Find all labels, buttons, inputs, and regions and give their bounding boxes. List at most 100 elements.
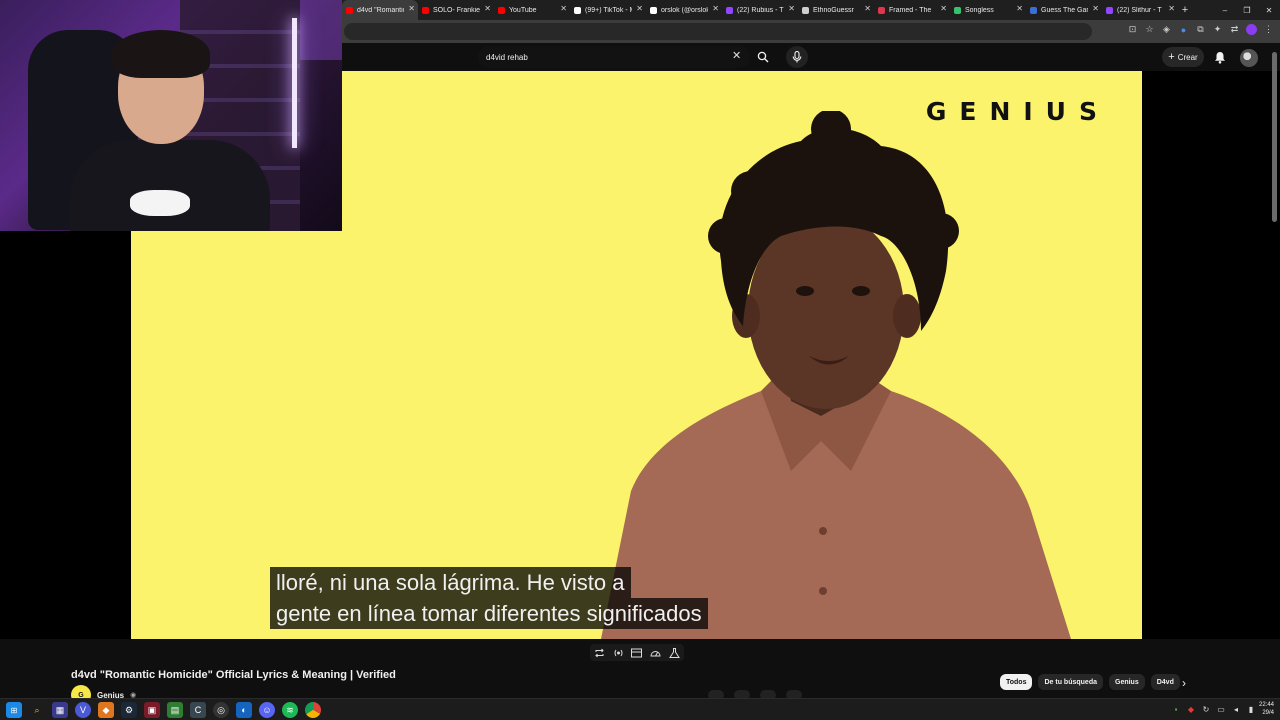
account-avatar[interactable] [1240,49,1258,67]
flask-icon [669,647,680,658]
address-bar[interactable] [344,23,1092,40]
twitch-icon [1106,6,1113,14]
browser-tab[interactable]: SOLO- Frankie ✕ [418,0,494,20]
chevron-right-icon[interactable]: › [1182,676,1186,690]
app-green-icon[interactable]: ▤ [167,702,183,718]
audio-button[interactable] [612,647,624,659]
spotify-icon[interactable]: ≋ [282,702,298,718]
tray-battery-icon[interactable]: ▮ [1246,702,1256,716]
extension-blue-icon[interactable]: ● [1178,24,1189,35]
tab-label: d4vd "Romantic [357,6,404,14]
task-view-icon[interactable]: ▦ [52,702,68,718]
close-tab-icon[interactable]: ✕ [864,4,871,13]
miniplayer-button[interactable] [631,647,643,659]
close-tab-icon[interactable]: ✕ [788,4,795,13]
bell-icon [1215,51,1225,64]
browser-tab[interactable]: d4vd "Romantic ✕ [342,0,418,20]
browser-toolbar: ⊡ ☆ ◈ ● ⧉ ✦ ⇄ ⋮ [342,20,1280,43]
tiktok-icon [574,6,581,14]
app-v-icon[interactable]: V [75,702,91,718]
video-letterbox-right [1142,71,1280,639]
filter-chip[interactable]: De tu búsqueda [1038,674,1103,690]
windows-start-icon[interactable]: ⊞ [6,702,22,718]
discord-icon[interactable]: ☺ [259,702,275,718]
speed-button[interactable] [650,647,662,659]
tray-app-icon[interactable]: ▪ [1171,702,1181,716]
extension-icon[interactable]: ◈ [1161,24,1172,35]
profile-icon[interactable] [1246,24,1257,35]
globe-icon [802,6,809,14]
loop-button[interactable] [593,647,605,659]
close-tab-icon[interactable]: ✕ [636,4,643,13]
browser-tab[interactable]: orslok (@orslok ✕ [646,0,722,20]
tab-label: SOLO- Frankie [433,6,480,14]
tab-label: (22) Rubius - T [737,6,784,14]
notifications-button[interactable] [1212,49,1228,65]
filter-chip[interactable]: Todos [1000,674,1033,690]
maximize-button[interactable]: ❐ [1236,0,1258,20]
filter-chip[interactable]: D4vd [1150,674,1180,690]
tray-network-icon[interactable]: ▭ [1216,702,1226,716]
close-window-button[interactable]: ✕ [1258,0,1280,20]
clear-search-icon[interactable]: ✕ [732,49,741,62]
app-red-icon[interactable]: ▣ [144,702,160,718]
browser-tab[interactable]: EthnoGuessr ✕ [798,0,874,20]
subtitle-overlay: lloré, ni una sola lágrima. He visto a g… [270,567,708,629]
app-blue-icon[interactable]: ◐ [236,702,252,718]
player-controls [590,644,684,661]
install-icon[interactable]: ⊡ [1127,24,1138,35]
search-icon[interactable]: ⌕ [29,702,45,718]
tray-volume-icon[interactable]: ◂ [1231,702,1241,716]
browser-tab[interactable]: YouTube ✕ [494,0,570,20]
chrome-icon[interactable] [305,702,321,718]
puzzle-icon[interactable]: ⧉ [1195,24,1206,35]
bookmark-star-icon[interactable]: ☆ [1144,24,1155,35]
close-tab-icon[interactable]: ✕ [408,4,415,13]
tray-shield-icon[interactable]: ◆ [1186,702,1196,716]
browser-tab[interactable]: (99+) TikTok - M ✕ [570,0,646,20]
experiments-button[interactable] [669,647,681,659]
close-tab-icon[interactable]: ✕ [1016,4,1023,13]
steam-icon[interactable]: ⚙ [121,702,137,718]
obs-icon[interactable]: ◎ [213,702,229,718]
subtitle-line-1: lloré, ni una sola lágrima. He visto a [270,567,631,598]
search-button[interactable] [752,46,774,68]
miniplayer-icon [631,648,643,657]
close-tab-icon[interactable]: ✕ [560,4,567,13]
close-tab-icon[interactable]: ✕ [1092,4,1099,13]
tray-sync-icon[interactable]: ↻ [1201,702,1211,716]
new-tab-button[interactable]: + [1178,4,1192,16]
menu-icon[interactable]: ⋮ [1263,24,1274,35]
streamer-hair [112,30,210,78]
app-c-icon[interactable]: C [190,702,206,718]
close-tab-icon[interactable]: ✕ [940,4,947,13]
clock-time: 22:44 [1258,702,1274,708]
tab-list: d4vd "Romantic ✕ SOLO- Frankie ✕ YouTube ✕ (99… [342,0,1178,20]
browser-tab[interactable]: Songless ✕ [950,0,1026,20]
create-label: Crear [1177,52,1198,62]
game-icon [1030,6,1037,14]
browser-tab[interactable]: Guess The Gan ✕ [1026,0,1102,20]
profile-sync-icon[interactable]: ⇄ [1229,24,1240,35]
page-scrollbar[interactable] [1272,52,1277,222]
close-tab-icon[interactable]: ✕ [484,4,491,13]
browser-tab-strip: d4vd "Romantic ✕ SOLO- Frankie ✕ YouTube ✕ (99… [342,0,1280,20]
search-input[interactable]: d4vid rehab [478,46,750,68]
filter-chip[interactable]: Genius [1109,674,1145,690]
browser-tab[interactable]: (22) Rubius - T ✕ [722,0,798,20]
close-tab-icon[interactable]: ✕ [1168,4,1175,13]
browser-tab[interactable]: (22) Slithur - T ✕ [1102,0,1178,20]
tab-label: YouTube [509,6,537,14]
minimize-button[interactable]: – [1214,0,1236,20]
pin-icon[interactable]: ✦ [1212,24,1223,35]
tab-label: Framed - The [889,6,932,14]
close-tab-icon[interactable]: ✕ [712,4,719,13]
taskbar-clock[interactable]: 22:44 29/4 [1259,701,1274,717]
tab-label: EthnoGuessr [813,6,854,14]
browser-tab[interactable]: Framed - The ✕ [874,0,950,20]
webcam-overlay [0,0,342,231]
youtube-icon [498,6,505,14]
voice-search-button[interactable] [786,46,808,68]
create-button[interactable]: + Crear [1162,47,1204,67]
app-orange-icon[interactable]: ◆ [98,702,114,718]
